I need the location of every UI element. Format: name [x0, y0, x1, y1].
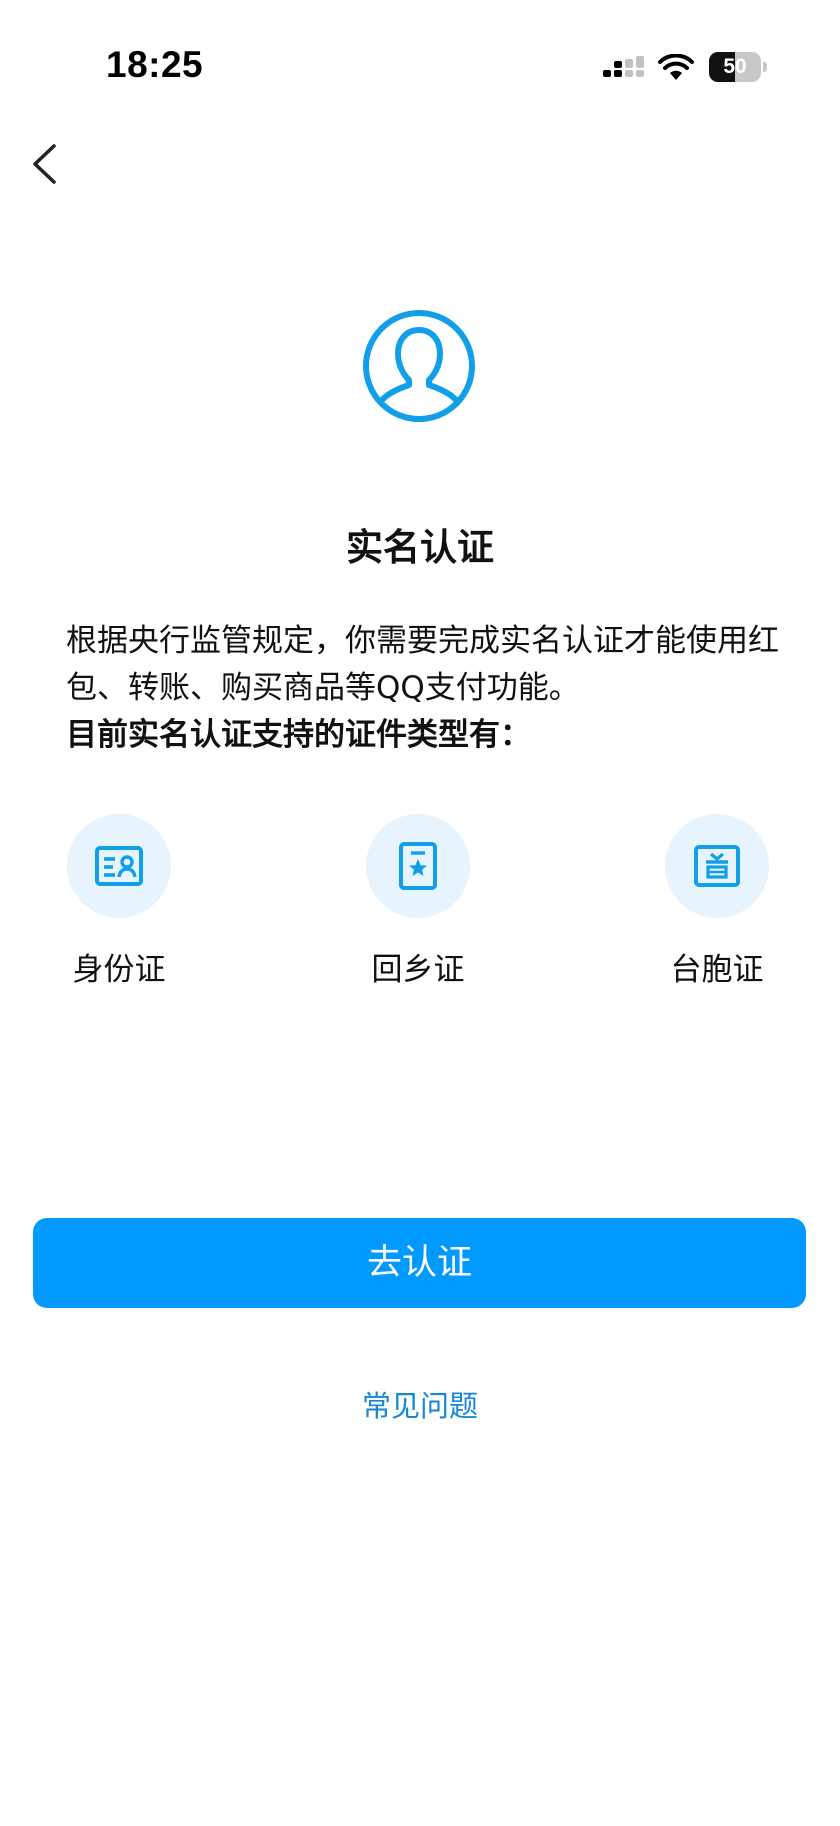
id-card-icon	[95, 846, 143, 886]
cellular-signal-icon	[603, 56, 644, 77]
regulation-notice: 根据央行监管规定，你需要完成实名认证才能使用红包、转账、购买商品等QQ支付功能。	[66, 623, 779, 706]
battery-cap	[763, 62, 767, 72]
supported-documents-heading: 目前实名认证支持的证件类型有：	[66, 717, 531, 753]
battery-indicator: 50	[709, 52, 767, 82]
user-outline-icon	[363, 310, 475, 422]
status-time: 18:25	[106, 44, 204, 85]
id-type-icon-circle	[67, 814, 171, 918]
page-title: 实名认证	[346, 526, 494, 569]
id-type-icon-circle	[366, 814, 470, 918]
wifi-icon	[658, 54, 694, 80]
id-type-taiwan-permit: 台胞证	[637, 814, 797, 1000]
back-button[interactable]	[20, 134, 70, 194]
id-type-id-card: 身份证	[39, 814, 199, 1000]
faq-link[interactable]: 常见问题	[0, 1386, 840, 1426]
battery-body: 50	[709, 52, 761, 82]
taiwan-compatriot-permit-icon	[694, 845, 740, 887]
status-bar: 18:25 50	[0, 0, 840, 120]
home-return-permit-icon	[399, 842, 437, 890]
id-type-home-return-permit: 回乡证	[338, 814, 498, 1000]
description-text: 根据央行监管规定，你需要完成实名认证才能使用红包、转账、购买商品等QQ支付功能。	[66, 618, 786, 712]
id-type-icon-circle	[665, 814, 769, 918]
id-type-label: 身份证	[72, 952, 166, 988]
chevron-left-icon	[33, 144, 56, 184]
id-type-label: 台胞证	[670, 952, 764, 988]
go-verify-button[interactable]: 去认证	[33, 1218, 806, 1308]
battery-level: 50	[723, 55, 747, 78]
id-type-label: 回乡证	[371, 952, 465, 988]
